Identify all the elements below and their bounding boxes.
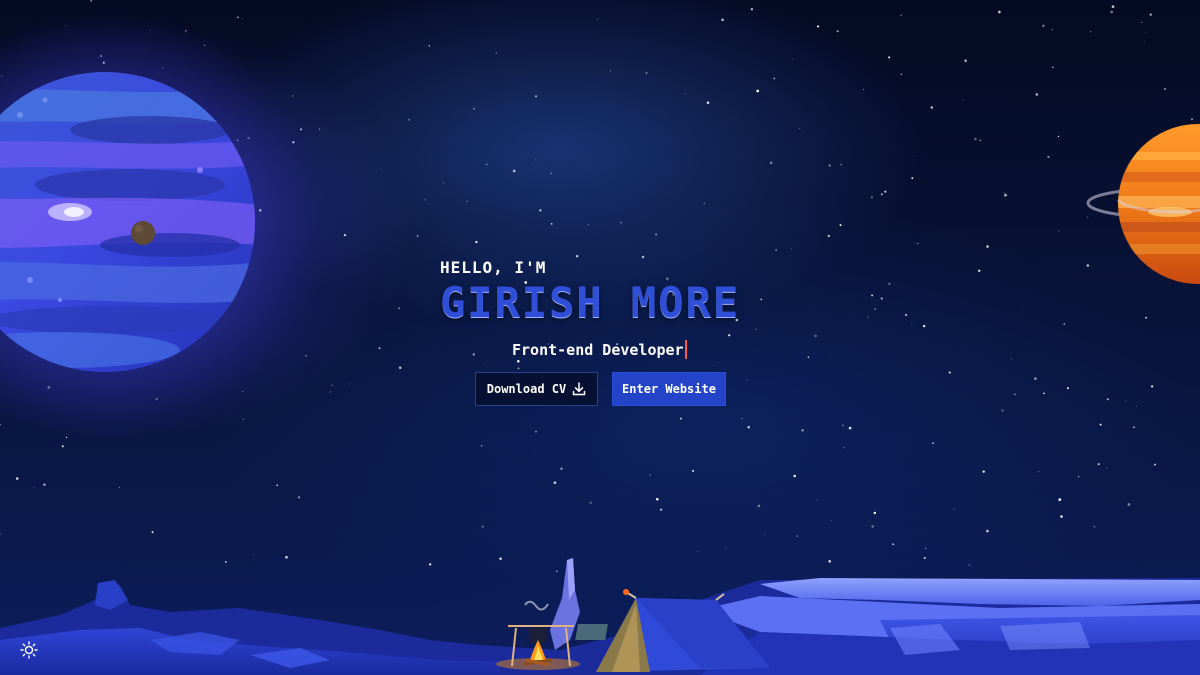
landscape	[0, 558, 1200, 675]
moon	[131, 221, 155, 245]
download-icon	[572, 382, 586, 396]
greeting-text: HELLO, I'M	[440, 258, 547, 277]
role-line: Front-end Developer	[512, 340, 687, 359]
sun-icon[interactable]	[20, 641, 38, 659]
download-cv-label: Download CV	[486, 382, 567, 396]
orange-planet	[1086, 124, 1200, 284]
download-cv-button[interactable]: Download CV	[475, 372, 598, 406]
hero-name: GIRISH MORE	[440, 278, 741, 327]
role-text: Front-end Developer	[512, 341, 684, 359]
enter-website-button[interactable]: Enter Website	[612, 372, 726, 406]
landing-scene: HELLO, I'M GIRISH MORE Front-end Develop…	[0, 0, 1200, 675]
typing-caret	[684, 340, 687, 359]
scene-illustration	[0, 7, 1200, 675]
